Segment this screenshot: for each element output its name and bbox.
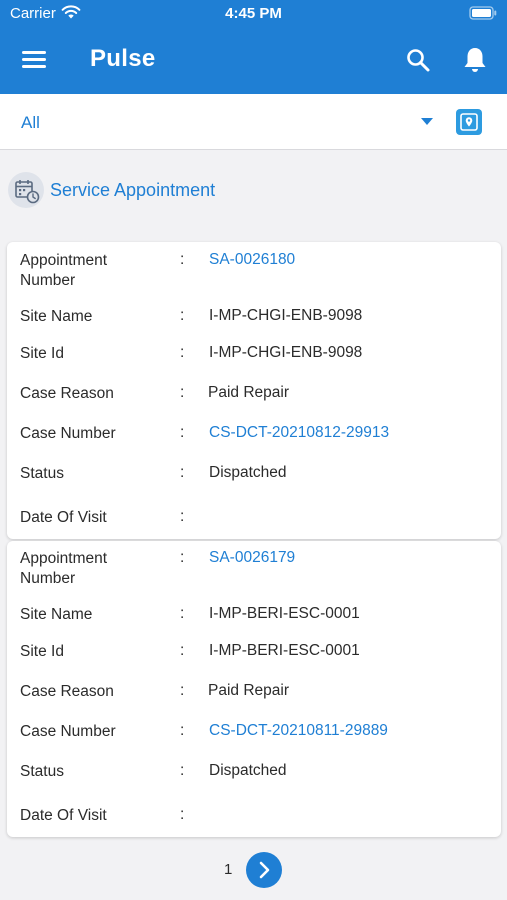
appointment-number-link[interactable]: SA-0026179 <box>209 549 295 567</box>
appointment-card[interactable]: Appointment Number : SA-0026179 Site Nam… <box>7 541 501 837</box>
site-id-value: I-MP-CHGI-ENB-9098 <box>209 344 363 361</box>
menu-button[interactable] <box>22 49 48 69</box>
status-value: Dispatched <box>209 762 287 779</box>
case-reason-label: Case Reason <box>20 385 114 402</box>
site-id-value: I-MP-BERI-ESC-0001 <box>209 642 360 659</box>
menu-icon <box>22 51 46 54</box>
case-number-label: Case Number <box>20 723 116 740</box>
appointment-number-label: Appointment Number <box>20 252 108 289</box>
app-title: Pulse <box>90 45 156 72</box>
map-pin-icon <box>460 113 478 131</box>
site-id-label: Site Id <box>20 643 64 660</box>
bell-icon[interactable] <box>462 46 488 74</box>
status-value: Dispatched <box>209 464 287 481</box>
date-of-visit-label: Date Of Visit <box>20 509 107 526</box>
date-of-visit-label: Date Of Visit <box>20 807 107 824</box>
site-name-label: Site Name <box>20 308 93 325</box>
site-name-value: I-MP-CHGI-ENB-9098 <box>209 307 363 324</box>
case-number-label: Case Number <box>20 425 116 442</box>
status-label: Status <box>20 465 64 482</box>
case-reason-value: Paid Repair <box>208 682 289 699</box>
clock: 4:45 PM <box>225 5 282 22</box>
chevron-right-icon <box>259 861 270 879</box>
chevron-down-icon[interactable] <box>421 118 433 125</box>
map-view-button[interactable] <box>456 109 482 135</box>
case-number-link[interactable]: CS-DCT-20210812-29913 <box>209 424 389 442</box>
filter-bar: All <box>0 94 507 150</box>
site-id-label: Site Id <box>20 345 64 362</box>
next-page-button[interactable] <box>246 852 282 888</box>
filter-select[interactable]: All <box>21 113 40 133</box>
case-reason-label: Case Reason <box>20 683 114 700</box>
status-bar: Carrier 4:45 PM <box>0 0 507 28</box>
section-title: Service Appointment <box>50 180 216 200</box>
appointment-number-label: Appointment Number <box>20 550 108 587</box>
search-icon[interactable] <box>405 47 431 73</box>
site-name-value: I-MP-BERI-ESC-0001 <box>209 605 360 622</box>
calendar-clock-icon <box>8 172 44 208</box>
status-label: Status <box>20 763 64 780</box>
case-number-link[interactable]: CS-DCT-20210811-29889 <box>209 722 388 740</box>
appointment-card[interactable]: Appointment Number : SA-0026180 Site Nam… <box>7 242 501 539</box>
site-name-label: Site Name <box>20 606 93 623</box>
app-header: Carrier 4:45 PM Pulse <box>0 0 507 94</box>
case-reason-value: Paid Repair <box>208 384 289 401</box>
appointment-number-link[interactable]: SA-0026180 <box>209 251 295 269</box>
battery-icon <box>469 6 497 20</box>
current-page-number[interactable]: 1 <box>224 861 232 878</box>
